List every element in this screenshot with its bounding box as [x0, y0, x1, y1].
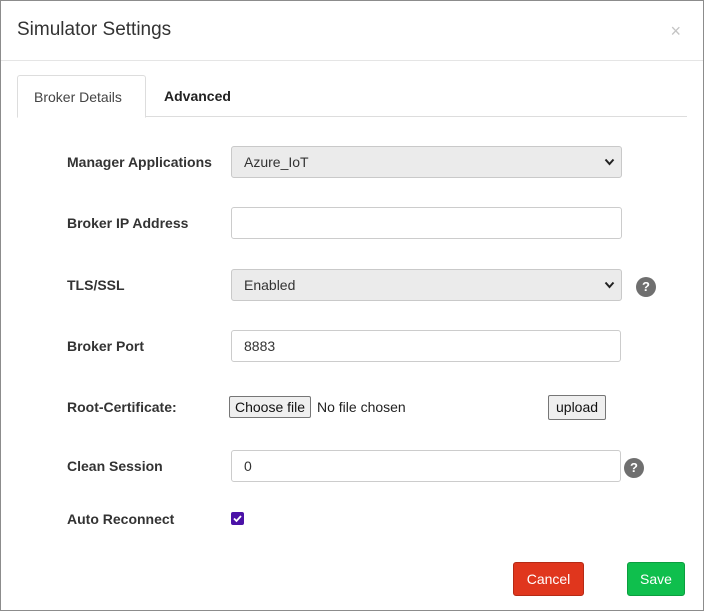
help-icon[interactable]: ?: [636, 277, 656, 297]
close-icon[interactable]: ×: [670, 21, 681, 41]
tls-ssl-label: TLS/SSL: [67, 277, 125, 293]
simulator-settings-dialog: Simulator Settings × Broker Details Adva…: [0, 0, 704, 611]
tls-ssl-value: Enabled: [244, 277, 296, 293]
checkmark-icon: [233, 515, 242, 523]
broker-port-row: Broker Port 8883: [1, 330, 703, 362]
tab-bar: Broker Details Advanced: [17, 75, 687, 118]
upload-button[interactable]: upload: [548, 395, 607, 420]
auto-reconnect-row: Auto Reconnect: [1, 503, 703, 535]
broker-ip-input[interactable]: [231, 207, 622, 239]
clean-session-input[interactable]: 0: [231, 450, 621, 482]
auto-reconnect-checkbox[interactable]: [231, 512, 244, 525]
dialog-title: Simulator Settings: [17, 19, 172, 40]
root-certificate-label: Root-Certificate:: [67, 399, 177, 415]
broker-ip-label: Broker IP Address: [67, 215, 189, 231]
manager-applications-label: Manager Applications: [67, 154, 212, 170]
broker-port-input[interactable]: 8883: [231, 330, 621, 362]
help-icon[interactable]: ?: [624, 458, 644, 478]
clean-session-row: Clean Session 0 ?: [1, 450, 703, 482]
tab-advanced[interactable]: Advanced: [148, 75, 247, 117]
cancel-button[interactable]: Cancel: [513, 562, 584, 596]
auto-reconnect-label: Auto Reconnect: [67, 511, 175, 527]
manager-applications-value: Azure_IoT: [244, 154, 309, 170]
clean-session-label: Clean Session: [67, 458, 163, 474]
manager-applications-select[interactable]: Azure_IoT: [231, 146, 622, 178]
tls-ssl-select[interactable]: Enabled: [231, 269, 622, 301]
chevron-down-icon: [604, 270, 615, 312]
chevron-down-icon: [604, 147, 615, 189]
save-button[interactable]: Save: [627, 562, 685, 596]
manager-applications-row: Manager Applications Azure_IoT: [1, 146, 703, 178]
choose-file-button[interactable]: Choose file: [229, 396, 312, 418]
tls-ssl-row: TLS/SSL Enabled ?: [1, 269, 703, 301]
broker-port-label: Broker Port: [67, 338, 145, 354]
file-status-text: No file chosen: [317, 399, 406, 415]
broker-ip-row: Broker IP Address: [1, 207, 703, 239]
dialog-header: Simulator Settings ×: [1, 1, 703, 61]
root-certificate-row: Root-Certificate: Choose file No file ch…: [1, 394, 703, 426]
tab-broker-details[interactable]: Broker Details: [17, 75, 146, 118]
